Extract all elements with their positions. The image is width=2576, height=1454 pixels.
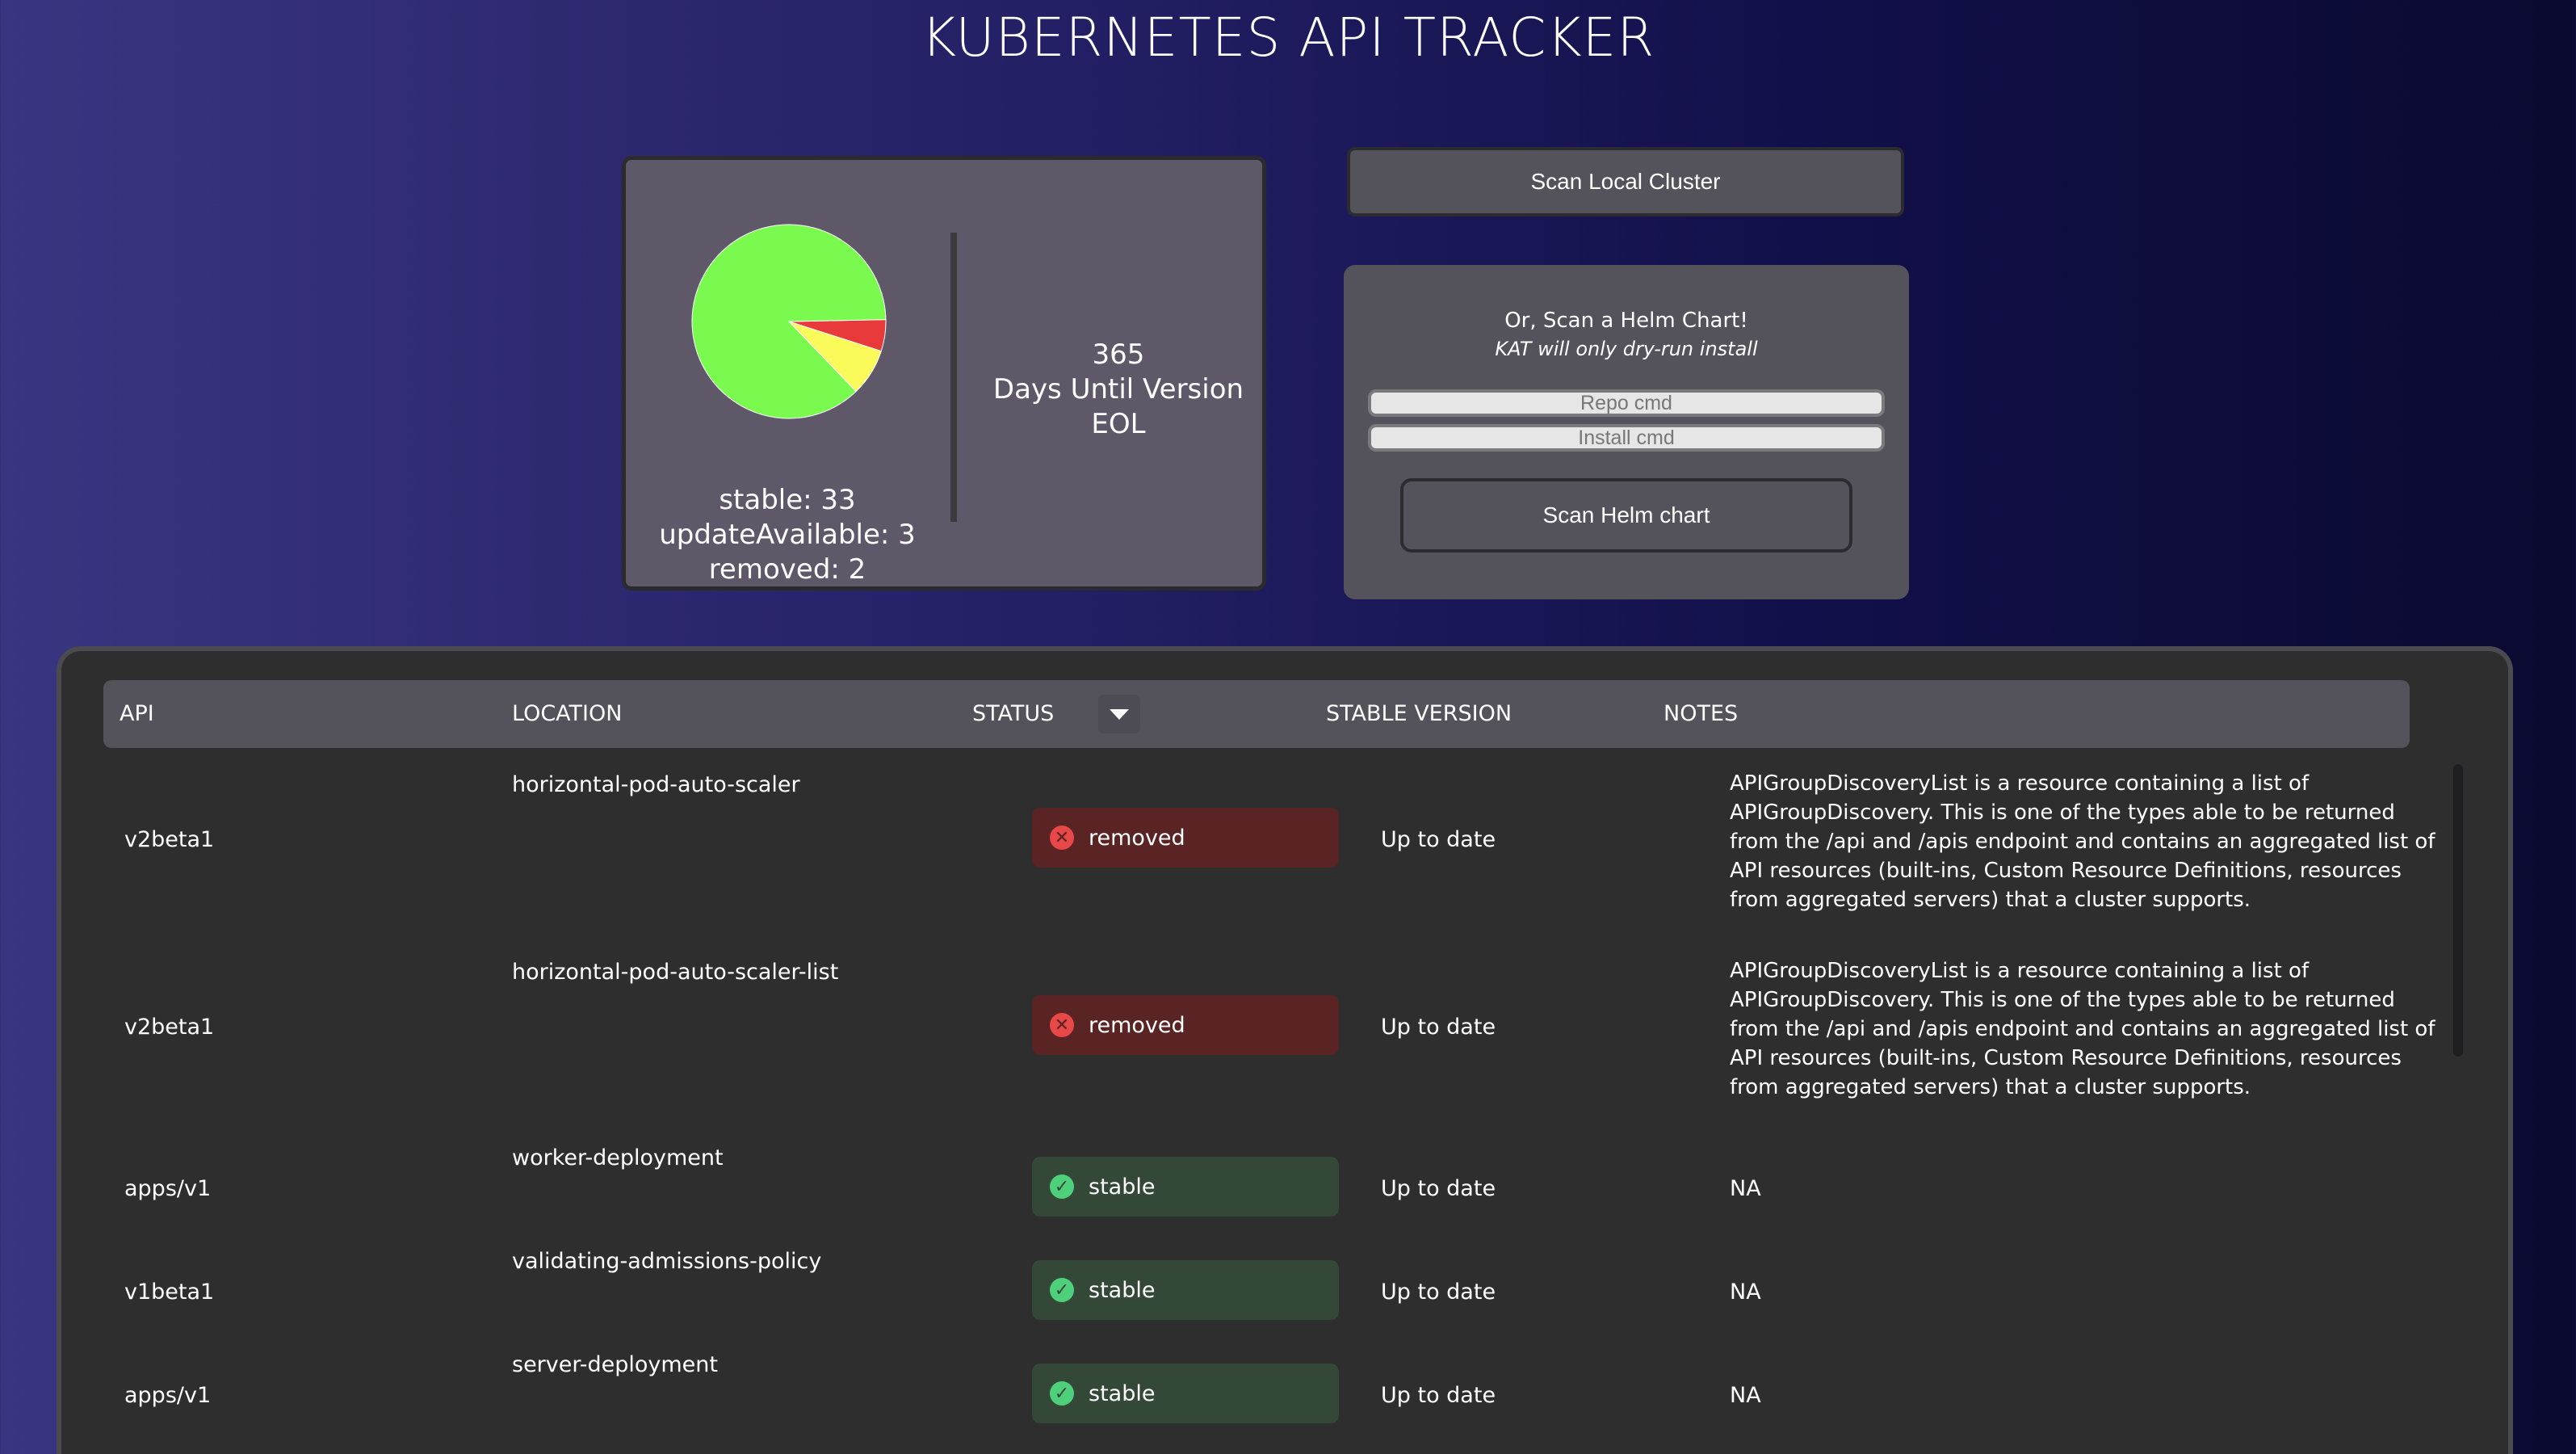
status-label: stable (1089, 1277, 1156, 1303)
row-notes: NA (1730, 1383, 1761, 1408)
error-icon: ✕ (1050, 826, 1074, 850)
row-api: v1beta1 (124, 1280, 215, 1305)
check-icon: ✓ (1050, 1381, 1074, 1406)
row-location: horizontal-pod-auto-scaler (512, 772, 800, 797)
scan-local-cluster-button[interactable]: Scan Local Cluster (1347, 147, 1904, 216)
column-stable-version: STABLE VERSION (1326, 701, 1512, 726)
table-scrollbar[interactable] (2453, 764, 2463, 1057)
pie-legend: stable: 33 updateAvailable: 3 removed: 2 (650, 483, 925, 587)
row-stable-version: Up to date (1381, 1280, 1496, 1305)
summary-card: stable: 33 updateAvailable: 3 removed: 2… (622, 156, 1266, 590)
status-label: stable (1089, 1380, 1156, 1406)
row-notes: APIGroupDiscoveryList is a resource cont… (1730, 771, 2435, 912)
status-pie-chart (691, 224, 887, 419)
install-cmd-input[interactable]: Install cmd (1368, 424, 1885, 452)
table-header: API LOCATION STATUS STABLE VERSION NOTES (103, 680, 2410, 748)
card-divider (950, 233, 957, 522)
row-api: v2beta1 (124, 1015, 215, 1040)
row-stable-version: Up to date (1381, 1015, 1496, 1040)
status-badge: ✕ removed (1032, 808, 1339, 868)
row-stable-version: Up to date (1381, 1176, 1496, 1201)
status-label: removed (1089, 825, 1185, 851)
status-label: stable (1089, 1174, 1156, 1200)
row-notes: NA (1730, 1176, 1761, 1201)
status-badge: ✓ stable (1032, 1364, 1339, 1423)
eol-countdown: 365 Days Until Version EOL (965, 338, 1272, 442)
row-notes: NA (1730, 1280, 1761, 1305)
column-location: LOCATION (512, 701, 623, 726)
legend-removed: removed: 2 (708, 553, 866, 586)
check-icon: ✓ (1050, 1175, 1074, 1199)
row-stable-version: Up to date (1381, 1383, 1496, 1408)
column-status: STATUS (972, 701, 1055, 726)
helm-subtitle: KAT will only dry-run install (1495, 338, 1758, 360)
row-api: apps/v1 (124, 1176, 212, 1201)
status-badge: ✓ stable (1032, 1260, 1339, 1320)
legend-update: updateAvailable: 3 (659, 519, 916, 551)
status-badge: ✓ stable (1032, 1157, 1339, 1217)
row-location: horizontal-pod-auto-scaler-list (512, 960, 839, 985)
error-icon: ✕ (1050, 1013, 1074, 1037)
eol-label: Days Until Version EOL (992, 373, 1244, 440)
status-badge: ✕ removed (1032, 995, 1339, 1055)
eol-days: 365 (1092, 338, 1145, 371)
row-location: server-deployment (512, 1352, 718, 1377)
repo-cmd-input[interactable]: Repo cmd (1368, 389, 1885, 417)
row-notes: APIGroupDiscoveryList is a resource cont… (1730, 959, 2435, 1099)
helm-title: Or, Scan a Helm Chart! (1504, 309, 1748, 333)
row-api: v2beta1 (124, 827, 215, 852)
row-location: validating-admissions-policy (512, 1249, 822, 1274)
status-label: removed (1089, 1012, 1185, 1038)
check-icon: ✓ (1050, 1278, 1074, 1302)
status-sort-dropdown-icon[interactable] (1098, 695, 1140, 733)
scan-helm-chart-button[interactable]: Scan Helm chart (1400, 478, 1852, 553)
column-notes: NOTES (1663, 701, 1739, 726)
api-table-panel: API LOCATION STATUS STABLE VERSION NOTES… (57, 646, 2513, 1454)
column-api: API (120, 701, 154, 726)
helm-scan-card: Or, Scan a Helm Chart! KAT will only dry… (1344, 265, 1909, 599)
row-api: apps/v1 (124, 1383, 212, 1408)
row-location: worker-deployment (512, 1145, 724, 1170)
row-stable-version: Up to date (1381, 827, 1496, 852)
page-title: KUBERNETES API TRACKER (921, 6, 1655, 69)
legend-stable: stable: 33 (719, 484, 856, 516)
